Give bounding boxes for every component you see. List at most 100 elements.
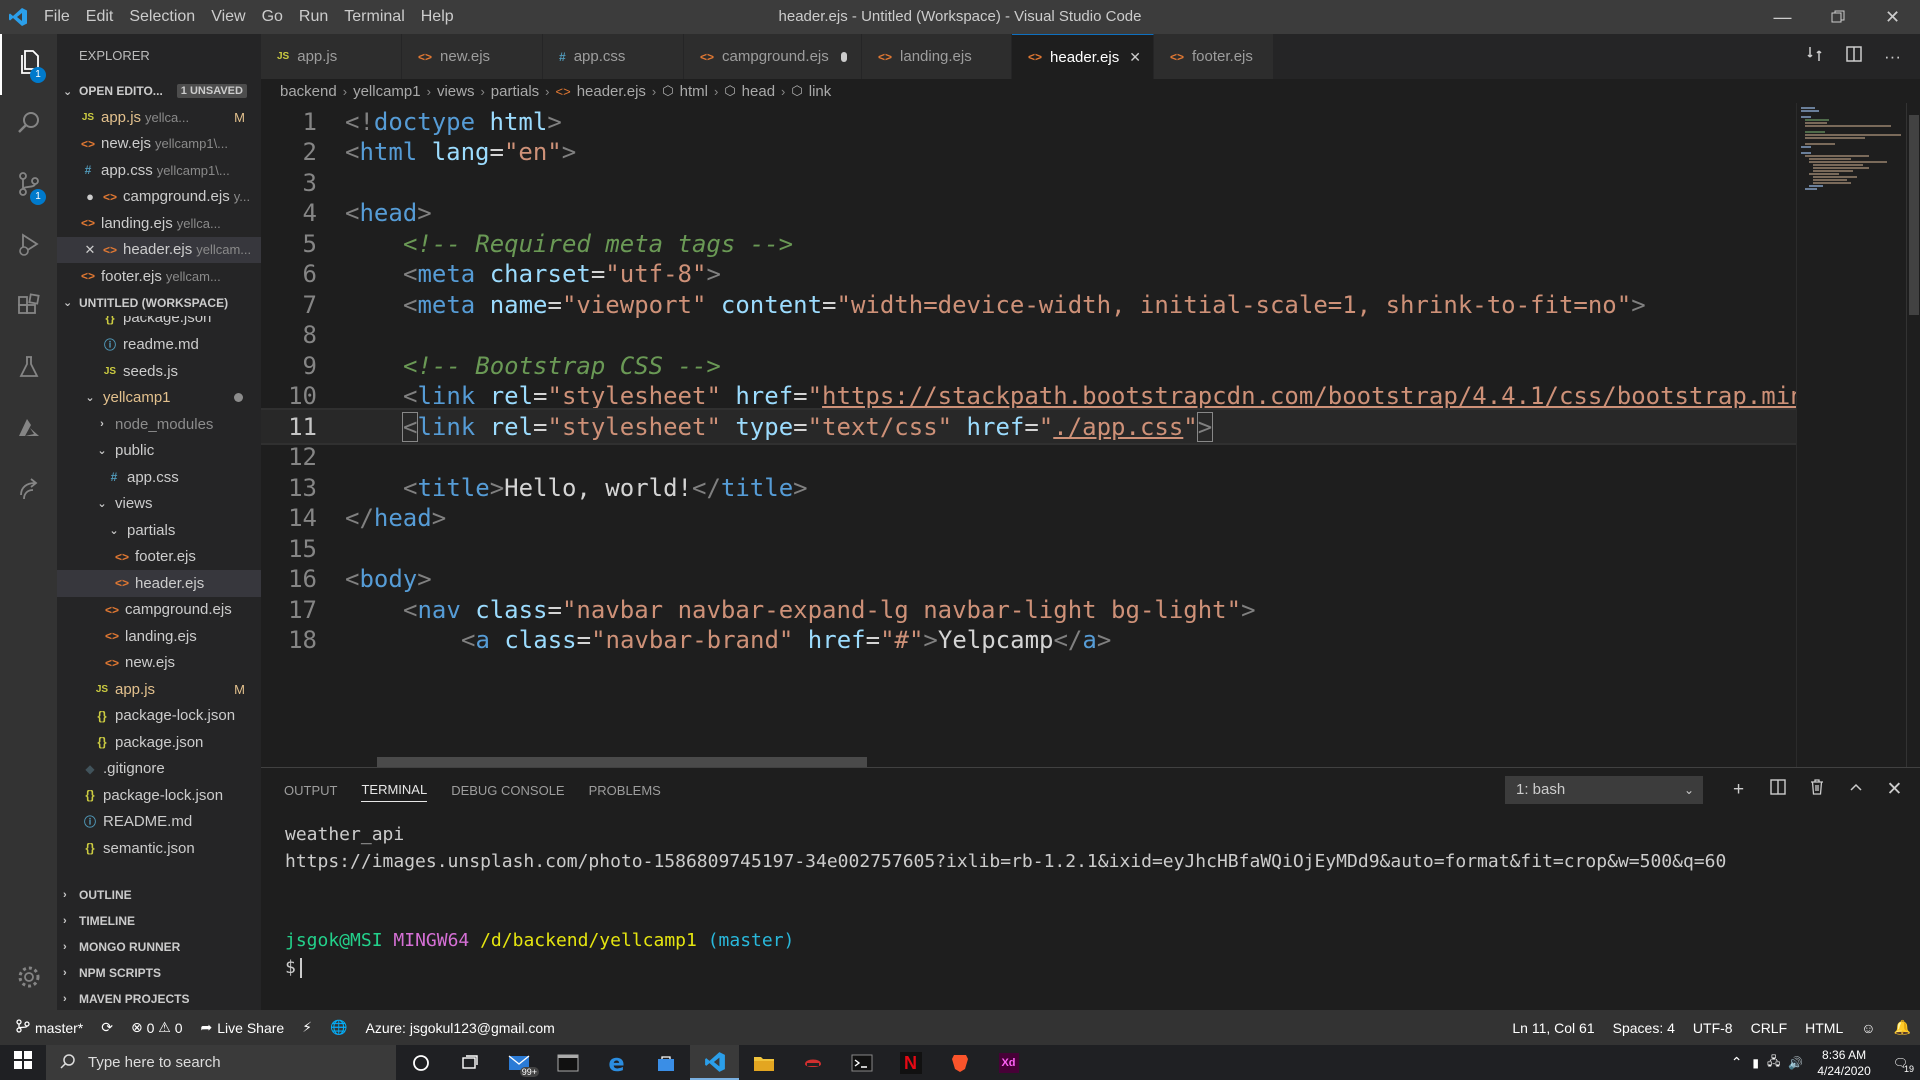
tree-item[interactable]: # app.css [57, 464, 261, 491]
tree-item[interactable]: <> campground.ejs [57, 597, 261, 624]
tree-item[interactable]: ⓘ README.md [57, 809, 261, 836]
tab-landing-ejs[interactable]: <> landing.ejs [862, 34, 1012, 79]
close-editor-icon[interactable]: ✕ [57, 242, 101, 258]
start-button[interactable] [0, 1045, 46, 1080]
menu-terminal[interactable]: Terminal [336, 0, 412, 34]
tree-folder[interactable]: ⌄ views [57, 491, 261, 518]
source-control-activity[interactable]: 1 [0, 156, 57, 217]
panel-tab-problems[interactable]: PROBLEMS [589, 779, 661, 802]
tab-footer-ejs[interactable]: <> footer.ejs [1154, 34, 1274, 79]
timeline-section[interactable]: › TIMELINE [57, 908, 261, 934]
split-editor-icon[interactable] [1834, 45, 1873, 68]
tree-item[interactable]: <> new.ejs [57, 650, 261, 677]
close-tab-icon[interactable]: ✕ [1129, 49, 1141, 66]
netflix-icon[interactable]: N [886, 1045, 935, 1080]
code-link[interactable]: ./app.css [1053, 413, 1183, 441]
open-editors-section[interactable]: ⌄ OPEN EDITO... 1 UNSAVED [57, 78, 261, 104]
breadcrumb-item[interactable]: link [809, 83, 832, 100]
panel-tab-output[interactable]: OUTPUT [284, 779, 337, 802]
tab-new-ejs[interactable]: <> new.ejs [402, 34, 543, 79]
restore-button[interactable] [1810, 0, 1865, 34]
line-endings[interactable]: CRLF [1742, 1020, 1797, 1036]
breadcrumb-item[interactable]: head [742, 83, 775, 100]
close-panel-icon[interactable]: ✕ [1875, 774, 1914, 806]
trash-icon[interactable] [1797, 774, 1836, 806]
scrollbar-thumb[interactable] [1909, 115, 1919, 315]
manage-activity[interactable] [0, 949, 57, 1010]
more-actions-icon[interactable]: ··· [1873, 47, 1912, 67]
branch-status[interactable]: master* [0, 1019, 92, 1036]
workspace-section[interactable]: ⌄ UNTITLED (WORKSPACE) [57, 290, 261, 316]
maximize-panel-icon[interactable] [1836, 774, 1875, 806]
testing-activity[interactable] [0, 339, 57, 400]
menu-go[interactable]: Go [254, 0, 291, 34]
minimap[interactable] [1796, 103, 1906, 767]
tree-item[interactable]: ◆ .gitignore [57, 756, 261, 783]
chevron-up-icon[interactable]: ⌃ [1725, 1054, 1749, 1071]
terminal-app-icon[interactable] [543, 1045, 592, 1080]
tree-folder[interactable]: ⌄ public [57, 438, 261, 465]
tree-item-selected[interactable]: <> header.ejs [57, 570, 261, 597]
extensions-activity[interactable] [0, 278, 57, 339]
menu-file[interactable]: File [36, 0, 78, 34]
menu-edit[interactable]: Edit [78, 0, 122, 34]
mongo-runner-section[interactable]: › MONGO RUNNER [57, 934, 261, 960]
tree-item[interactable]: {} package-lock.json [57, 703, 261, 730]
live-share-activity[interactable] [0, 461, 57, 522]
tree-item[interactable]: {} semantic.json [57, 835, 261, 862]
tree-item[interactable]: ⓘ readme.md [57, 332, 261, 359]
language-mode[interactable]: HTML [1796, 1020, 1852, 1036]
live-share-status[interactable]: ➦ Live Share [192, 1019, 294, 1036]
notifications-icon[interactable]: 🗨 19 [1881, 1056, 1920, 1074]
cortana-icon[interactable] [396, 1045, 445, 1080]
panel-tab-terminal[interactable]: TERMINAL [361, 778, 428, 802]
encoding[interactable]: UTF-8 [1684, 1020, 1742, 1036]
tree-item[interactable]: JS seeds.js [57, 358, 261, 385]
terminal-output[interactable]: weather_api https://images.unsplash.com/p… [285, 822, 1726, 981]
tree-item[interactable]: {} package.json [57, 729, 261, 756]
azure-activity[interactable] [0, 400, 57, 461]
battery-icon[interactable]: ▮ [1748, 1056, 1763, 1070]
lightning-icon[interactable]: ⚡ [293, 1019, 321, 1036]
panel-tab-debug-console[interactable]: DEBUG CONSOLE [451, 779, 564, 802]
file-explorer-icon[interactable] [739, 1045, 788, 1080]
indentation[interactable]: Spaces: 4 [1604, 1020, 1684, 1036]
task-view-icon[interactable] [445, 1045, 494, 1080]
clock[interactable]: 8:36 AM 4/24/2020 [1807, 1047, 1880, 1079]
code-editor[interactable]: 1 <!doctype html> 2 <html lang="en"> 3 4… [261, 103, 1920, 767]
azure-account[interactable]: Azure: jsgokul123@gmail.com [356, 1020, 563, 1036]
unsaved-dot-icon[interactable] [840, 51, 847, 62]
code-link[interactable]: https://stackpath.bootstrapcdn.com/boots… [822, 382, 1862, 410]
tree-item[interactable]: <> landing.ejs [57, 623, 261, 650]
maven-projects-section[interactable]: › MAVEN PROJECTS [57, 986, 261, 1011]
horizontal-scrollbar[interactable] [377, 757, 867, 767]
vertical-scrollbar[interactable] [1906, 103, 1920, 767]
run-debug-activity[interactable] [0, 217, 57, 278]
tree-folder[interactable]: › node_modules [57, 411, 261, 438]
adobe-xd-icon[interactable]: Xd [984, 1045, 1033, 1080]
breadcrumb-item[interactable]: partials [491, 83, 539, 100]
menu-view[interactable]: View [203, 0, 253, 34]
breadcrumb-item[interactable]: yellcamp1 [353, 83, 421, 100]
open-editor-item-active[interactable]: ✕ <> header.ejs yellcam... [57, 236, 261, 263]
new-terminal-icon[interactable]: + [1719, 774, 1758, 806]
tree-item[interactable]: {} package-lock.json [57, 782, 261, 809]
explorer-activity[interactable]: 1 [0, 34, 57, 95]
open-editor-item[interactable]: <> footer.ejs yellcam... [57, 263, 261, 290]
problems-status[interactable]: ⊗ 0 ⚠ 0 [122, 1019, 192, 1036]
tree-folder[interactable]: ⌄ partials [57, 517, 261, 544]
menu-selection[interactable]: Selection [121, 0, 203, 34]
vscode-taskbar-icon[interactable] [690, 1045, 739, 1080]
store-icon[interactable] [641, 1045, 690, 1080]
mail-app-icon[interactable]: 99+ [494, 1045, 543, 1080]
tree-item[interactable]: <> footer.ejs [57, 544, 261, 571]
breadcrumb-item[interactable]: backend [280, 83, 337, 100]
tab-header-ejs[interactable]: <> header.ejs ✕ [1012, 34, 1154, 79]
breadcrumb-item[interactable]: views [437, 83, 475, 100]
command-prompt-icon[interactable] [837, 1045, 886, 1080]
open-editor-item[interactable]: JS app.js yellca... M [57, 104, 261, 131]
open-editor-item[interactable]: ● <> campground.ejs y... [57, 184, 261, 211]
tab-app-js[interactable]: JS app.js [261, 34, 402, 79]
open-editor-item[interactable]: <> new.ejs yellcamp1\... [57, 131, 261, 158]
open-changes-icon[interactable] [1795, 45, 1834, 68]
